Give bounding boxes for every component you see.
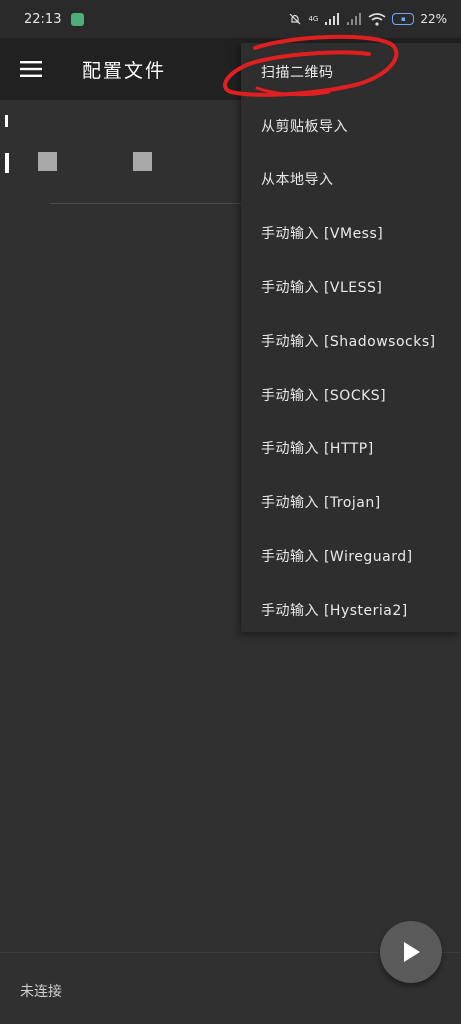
list-divider — [50, 203, 250, 204]
connection-status[interactable]: 未连接 — [20, 981, 62, 1001]
list-edge-mark — [5, 153, 9, 173]
menu-item-manual-hysteria2[interactable]: 手动输入 [Hysteria2] — [241, 583, 461, 637]
menu-item-import-local[interactable]: 从本地导入 — [241, 153, 461, 207]
mute-icon — [290, 13, 301, 25]
status-bar: 22:13 4G ▪ 22% — [0, 0, 461, 38]
hamburger-icon[interactable] — [0, 38, 62, 100]
list-edge-mark — [5, 115, 8, 127]
status-right: 4G ▪ 22% — [288, 12, 447, 26]
page-title: 配置文件 — [82, 59, 167, 82]
menu-item-manual-shadowsocks[interactable]: 手动输入 [Shadowsocks] — [241, 314, 461, 368]
redacted-block — [133, 152, 152, 171]
menu-item-manual-vmess[interactable]: 手动输入 [VMess] — [241, 206, 461, 260]
menu-item-manual-wireguard[interactable]: 手动输入 [Wireguard] — [241, 529, 461, 583]
status-left: 22:13 — [24, 11, 85, 27]
menu-item-manual-http[interactable]: 手动输入 [HTTP] — [241, 422, 461, 476]
redacted-block — [38, 152, 57, 171]
menu-item-manual-socks[interactable]: 手动输入 [SOCKS] — [241, 368, 461, 422]
signal-icon — [325, 13, 340, 25]
battery-icon: ▪ — [392, 13, 415, 25]
clock: 22:13 — [24, 11, 62, 27]
connect-button[interactable] — [380, 921, 442, 983]
menu-item-manual-trojan[interactable]: 手动输入 [Trojan] — [241, 475, 461, 529]
wifi-icon — [368, 12, 386, 26]
menu-item-manual-vless[interactable]: 手动输入 [VLESS] — [241, 260, 461, 314]
menu-item-import-clipboard[interactable]: 从剪贴板导入 — [241, 99, 461, 153]
play-icon — [404, 942, 420, 962]
chat-app-icon — [71, 12, 85, 26]
menu-item-scan-qr[interactable]: 扫描二维码 — [241, 45, 461, 99]
add-profile-menu: 扫描二维码 从剪贴板导入 从本地导入 手动输入 [VMess] 手动输入 [VL… — [241, 43, 461, 632]
battery-percent: 22% — [420, 12, 447, 26]
signal-label: 4G — [308, 15, 319, 23]
signal-icon-2 — [347, 13, 362, 25]
